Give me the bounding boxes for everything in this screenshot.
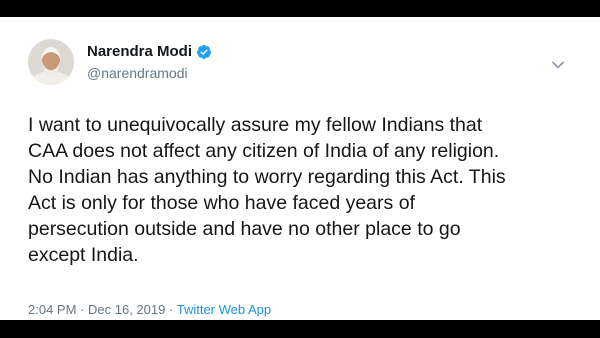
avatar-image bbox=[28, 39, 74, 85]
author-display-name[interactable]: Narendra Modi bbox=[87, 43, 192, 60]
tweet-text-line: except India. bbox=[28, 244, 139, 266]
tweet-date[interactable]: Dec 16, 2019 bbox=[88, 302, 165, 317]
avatar[interactable] bbox=[28, 39, 74, 85]
tweet-card: Narendra Modi @narendramodi I want to un… bbox=[0, 17, 600, 320]
tweet-text-line: I want to unequivocally assure my fellow… bbox=[28, 114, 483, 136]
chevron-down-icon[interactable] bbox=[552, 61, 564, 69]
tweet-meta: 2:04 PM · Dec 16, 2019 · Twitter Web App bbox=[28, 302, 271, 317]
tweet-text-line: No Indian has anything to worry regardin… bbox=[28, 166, 506, 188]
verified-badge-icon bbox=[196, 44, 212, 60]
meta-separator: · bbox=[168, 302, 174, 317]
tweet-text-line: Act is only for those who have faced yea… bbox=[28, 192, 415, 214]
author-name-row[interactable]: Narendra Modi bbox=[87, 43, 212, 60]
tweet-source-link[interactable]: Twitter Web App bbox=[177, 302, 271, 317]
tweet-text: I want to unequivocally assure my fellow… bbox=[28, 112, 576, 268]
author-handle[interactable]: @narendramodi bbox=[87, 65, 188, 81]
tweet-time[interactable]: 2:04 PM bbox=[28, 302, 76, 317]
tweet-text-line: persecution outside and have no other pl… bbox=[28, 218, 461, 240]
meta-separator: · bbox=[80, 302, 85, 317]
tweet-text-line: CAA does not affect any citizen of India… bbox=[28, 140, 500, 162]
